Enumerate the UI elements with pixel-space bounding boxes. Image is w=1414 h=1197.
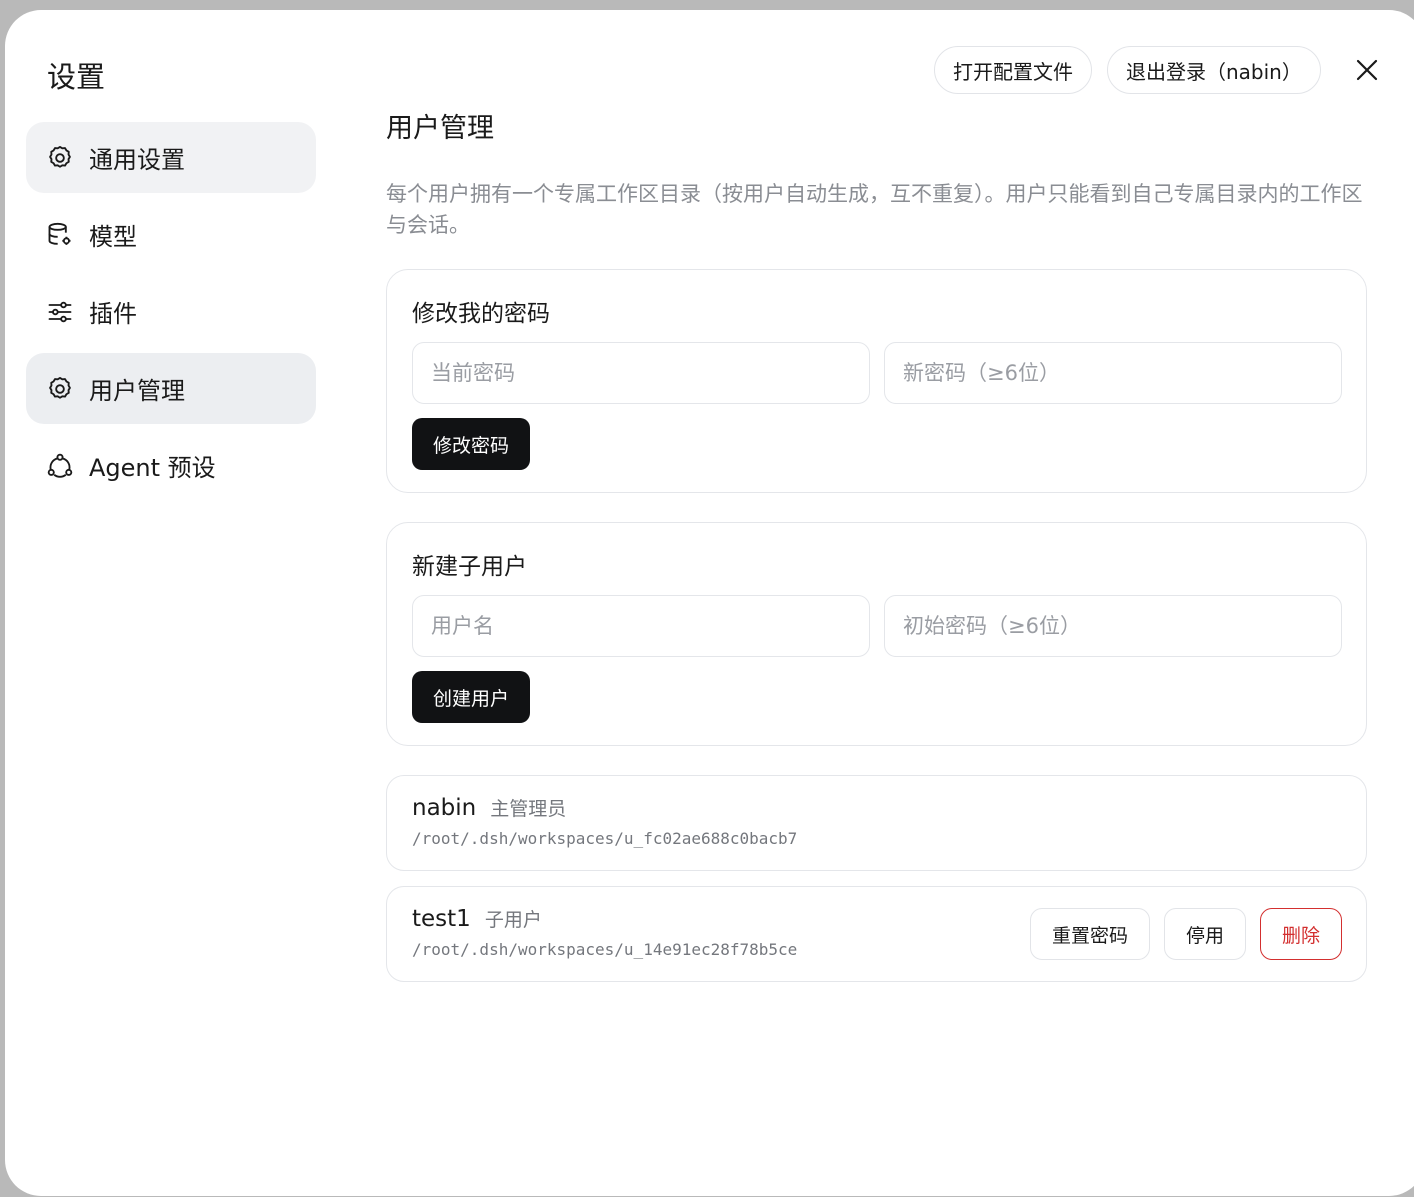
user-actions: 重置密码 停用 删除 [1029, 908, 1342, 960]
sidebar-item-label: 插件 [89, 300, 137, 328]
input-row [412, 595, 1342, 657]
change-password-card: 修改我的密码 修改密码 [386, 269, 1367, 493]
dialog-title: 设置 [47, 60, 106, 94]
sidebar-item-label: Agent 预设 [89, 454, 216, 482]
user-row-admin: nabin 主管理员 /root/.dsh/workspaces/u_fc02a… [386, 775, 1367, 871]
gear-icon [46, 375, 74, 403]
create-user-card: 新建子用户 创建用户 [386, 522, 1367, 746]
settings-sidebar: 通用设置 模型 插件 用户管理 Agent 预设 [26, 122, 316, 507]
share-nodes-icon [46, 452, 74, 480]
input-row [412, 342, 1342, 404]
sidebar-item-label: 通用设置 [89, 146, 185, 174]
card-title: 修改我的密码 [412, 301, 550, 327]
reset-password-button[interactable]: 重置密码 [1029, 908, 1150, 960]
user-name: nabin [412, 795, 477, 821]
disable-user-button[interactable]: 停用 [1163, 908, 1246, 960]
top-actions: 打开配置文件 退出登录（nabin） [934, 46, 1321, 94]
user-heading: nabin 主管理员 [412, 794, 1342, 821]
sidebar-item-models[interactable]: 模型 [26, 199, 316, 270]
user-role: 主管理员 [490, 798, 567, 820]
sidebar-item-label: 用户管理 [89, 377, 185, 405]
close-icon [1356, 59, 1378, 81]
sidebar-item-plugins[interactable]: 插件 [26, 276, 316, 347]
new-password-input[interactable] [884, 342, 1342, 404]
user-role: 子用户 [484, 909, 542, 931]
initial-password-input[interactable] [884, 595, 1342, 657]
username-input[interactable] [412, 595, 870, 657]
logout-button[interactable]: 退出登录（nabin） [1107, 46, 1321, 94]
delete-user-button[interactable]: 删除 [1259, 908, 1342, 960]
sidebar-item-label: 模型 [89, 223, 137, 251]
user-workspace-path: /root/.dsh/workspaces/u_fc02ae688c0bacb7 [412, 829, 798, 848]
create-user-button[interactable]: 创建用户 [412, 671, 531, 723]
sidebar-item-general[interactable]: 通用设置 [26, 122, 316, 193]
settings-dialog: 设置 打开配置文件 退出登录（nabin） 通用设置 模型 插件 用户管理 Ag… [5, 10, 1414, 1196]
page-description: 每个用户拥有一个专属工作区目录（按用户自动生成，互不重复）。用户只能看到自己专属… [386, 182, 1363, 237]
sliders-icon [46, 298, 74, 326]
open-config-button[interactable]: 打开配置文件 [934, 46, 1092, 94]
user-row-sub: test1 子用户 /root/.dsh/workspaces/u_14e91e… [386, 886, 1367, 982]
current-password-input[interactable] [412, 342, 870, 404]
card-title: 新建子用户 [412, 554, 527, 580]
database-settings-icon [46, 221, 74, 249]
main-content: 用户管理 每个用户拥有一个专属工作区目录（按用户自动生成，互不重复）。用户只能看… [386, 106, 1367, 997]
user-name: test1 [412, 906, 471, 932]
sidebar-item-users[interactable]: 用户管理 [26, 353, 316, 424]
close-button[interactable] [1351, 54, 1383, 86]
sidebar-item-agent-presets[interactable]: Agent 预设 [26, 430, 316, 501]
page-title: 用户管理 [386, 113, 494, 144]
change-password-button[interactable]: 修改密码 [412, 418, 531, 470]
gear-icon [46, 144, 74, 172]
